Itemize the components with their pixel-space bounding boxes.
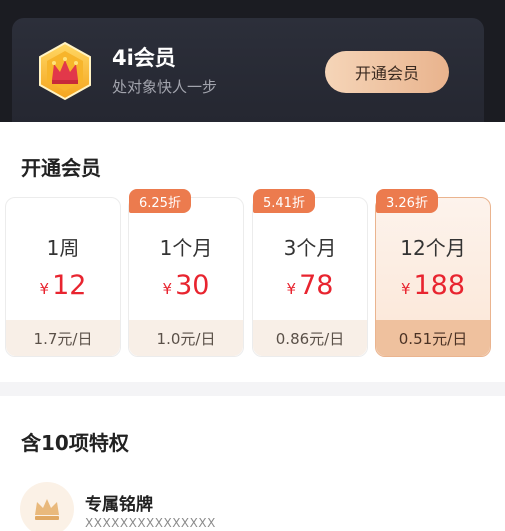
plan-card-3-months[interactable]: 5.41折 3个月 ¥78 0.86元/日 xyxy=(252,189,368,357)
vip-title: 4i会员 xyxy=(112,46,176,70)
privilege-description: XXXXXXXXXXXXXXX xyxy=(85,516,216,530)
section-divider xyxy=(0,382,505,396)
currency-symbol: ¥ xyxy=(39,280,50,298)
currency-symbol: ¥ xyxy=(286,280,297,298)
discount-badge: 5.41折 xyxy=(253,189,315,213)
crown-icon xyxy=(20,482,74,531)
plan-per-day: 0.51元/日 xyxy=(376,320,490,356)
plan-price-value: 78 xyxy=(299,270,334,301)
plan-price-value: 12 xyxy=(52,270,87,301)
currency-symbol: ¥ xyxy=(400,280,411,298)
currency-symbol: ¥ xyxy=(162,280,173,298)
vip-subtitle: 处对象快人一步 xyxy=(112,78,218,96)
plan-period: 1周 xyxy=(46,236,80,260)
discount-badge: 6.25折 xyxy=(129,189,191,213)
discount-badge: 3.26折 xyxy=(376,189,438,213)
privileges-title: 含10项特权 xyxy=(21,431,129,455)
plan-period: 1个月 xyxy=(159,236,213,260)
open-membership-button[interactable]: 开通会员 xyxy=(325,51,449,93)
plan-period: 3个月 xyxy=(283,236,337,260)
plan-per-day: 1.0元/日 xyxy=(129,320,243,356)
plan-price: ¥188 xyxy=(376,270,490,301)
crown-hexagon-icon xyxy=(35,41,95,101)
plan-period: 12个月 xyxy=(400,236,466,260)
plan-per-day: 0.86元/日 xyxy=(253,320,367,356)
plan-price-value: 188 xyxy=(413,270,466,301)
plan-card-12-months[interactable]: 3.26折 12个月 ¥188 0.51元/日 xyxy=(375,189,491,357)
plan-price-value: 30 xyxy=(175,270,210,301)
privilege-name: 专属铭牌 xyxy=(85,495,153,515)
plan-price: ¥12 xyxy=(6,270,120,301)
plan-per-day: 1.7元/日 xyxy=(6,320,120,356)
plan-price: ¥30 xyxy=(129,270,243,301)
plans-section-title: 开通会员 xyxy=(21,156,101,180)
plan-card-1-week[interactable]: 1周 ¥12 1.7元/日 xyxy=(5,197,121,357)
plan-price: ¥78 xyxy=(253,270,367,301)
vip-header-card: 4i会员 处对象快人一步 开通会员 xyxy=(12,18,484,122)
plan-card-1-month[interactable]: 6.25折 1个月 ¥30 1.0元/日 xyxy=(128,189,244,357)
